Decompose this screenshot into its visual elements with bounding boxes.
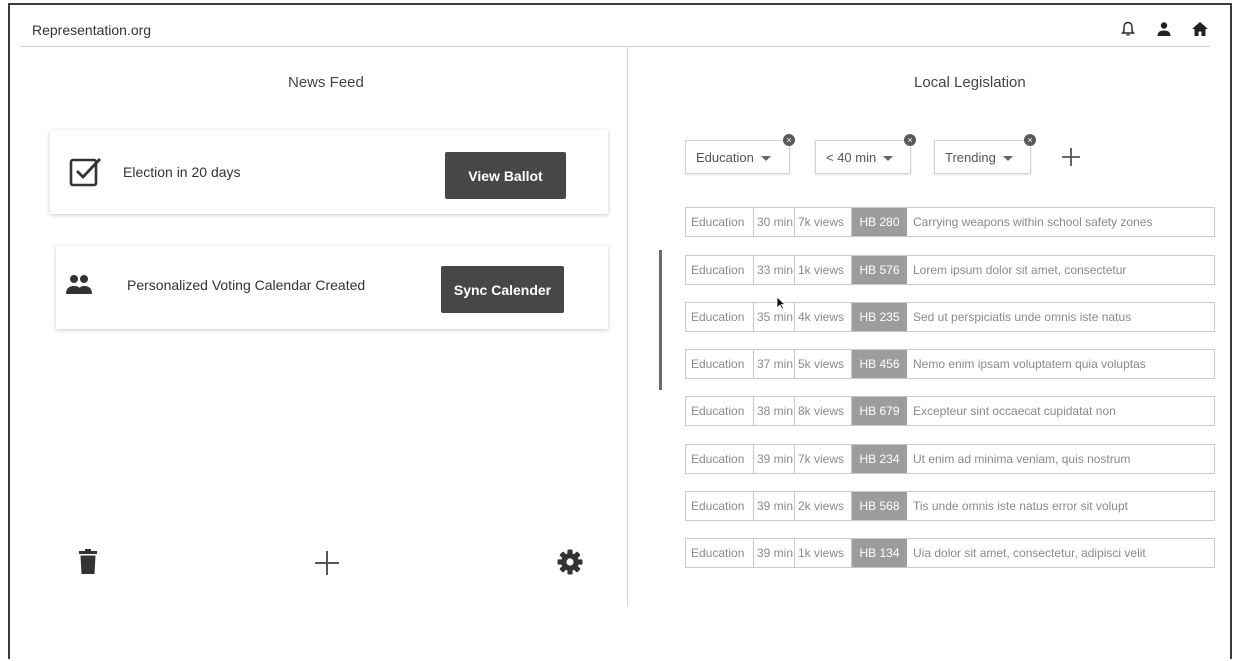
legislation-row[interactable]: Education 30 min 7k views HB 280 Carryin…	[685, 207, 1215, 237]
row-title: Ut enim ad minima veniam, quis nostrum	[913, 452, 1131, 466]
row-category: Education	[686, 397, 754, 425]
chevron-down-icon	[760, 155, 771, 161]
row-bill-tag: HB 679	[852, 397, 907, 425]
legislation-row[interactable]: Education 33 min 1k views HB 576 Lorem i…	[685, 255, 1215, 285]
row-category: Education	[686, 256, 754, 284]
row-category: Education	[686, 445, 754, 473]
legislation-row[interactable]: Education 39 min 7k views HB 234 Ut enim…	[685, 444, 1215, 474]
row-time: 30 min	[754, 208, 795, 236]
top-bar: Representation.org	[20, 14, 1210, 47]
election-card: Election in 20 days View Ballot	[50, 130, 608, 214]
legislation-row[interactable]: Education 39 min 2k views HB 568 Tis und…	[685, 491, 1215, 521]
row-bill-tag: HB 235	[852, 303, 907, 331]
add-news-icon[interactable]	[314, 550, 340, 576]
chevron-down-icon	[1002, 155, 1013, 161]
row-category: Education	[686, 492, 754, 520]
row-category: Education	[686, 539, 754, 567]
filter-category-label: Education	[696, 149, 754, 165]
home-icon[interactable]	[1190, 19, 1210, 39]
filter-sort[interactable]: Trending ×	[934, 134, 1036, 174]
add-filter-icon[interactable]	[1061, 147, 1081, 167]
row-views: 5k views	[795, 350, 852, 378]
row-bill-tag: HB 576	[852, 256, 907, 284]
row-category: Education	[686, 303, 754, 331]
row-category: Education	[686, 208, 754, 236]
row-title: Sed ut perspiciatis unde omnis iste natu…	[913, 310, 1132, 324]
row-title: Tis unde omnis iste natus error sit volu…	[913, 499, 1128, 513]
row-views: 7k views	[795, 445, 852, 473]
row-time: 39 min	[754, 445, 795, 473]
row-time: 39 min	[754, 492, 795, 520]
legislation-title: Local Legislation	[914, 74, 1026, 91]
row-views: 2k views	[795, 492, 852, 520]
legislation-row[interactable]: Education 35 min 4k views HB 235 Sed ut …	[685, 302, 1215, 332]
gear-icon[interactable]	[557, 549, 583, 575]
panel-divider	[627, 46, 628, 606]
filter-duration[interactable]: < 40 min ×	[815, 134, 916, 174]
filter-duration-label: < 40 min	[826, 149, 877, 165]
remove-filter-icon[interactable]: ×	[1024, 134, 1036, 146]
top-icons	[1118, 19, 1210, 39]
person-icon[interactable]	[1154, 19, 1174, 39]
row-views: 8k views	[795, 397, 852, 425]
list-scrollbar[interactable]	[659, 250, 662, 390]
row-time: 38 min	[754, 397, 795, 425]
sync-calendar-button[interactable]: Sync Calender	[441, 266, 564, 313]
bell-icon[interactable]	[1118, 19, 1138, 39]
view-ballot-button[interactable]: View Ballot	[445, 152, 566, 199]
row-views: 7k views	[795, 208, 852, 236]
calendar-card-text: Personalized Voting Calendar Created	[127, 277, 366, 293]
row-category: Education	[686, 350, 754, 378]
trash-icon[interactable]	[78, 549, 98, 575]
news-feed-title: News Feed	[288, 74, 364, 91]
row-views: 1k views	[795, 539, 852, 567]
filter-category[interactable]: Education ×	[685, 134, 795, 174]
row-title: Carrying weapons within school safety zo…	[913, 215, 1153, 229]
filter-sort-label: Trending	[945, 149, 996, 165]
row-time: 33 min	[754, 256, 795, 284]
row-bill-tag: HB 456	[852, 350, 907, 378]
row-time: 39 min	[754, 539, 795, 567]
legislation-row[interactable]: Education 37 min 5k views HB 456 Nemo en…	[685, 349, 1215, 379]
row-bill-tag: HB 134	[852, 539, 907, 567]
row-time: 37 min	[754, 350, 795, 378]
row-views: 1k views	[795, 256, 852, 284]
remove-filter-icon[interactable]: ×	[904, 134, 916, 146]
people-icon	[66, 274, 92, 301]
row-bill-tag: HB 568	[852, 492, 907, 520]
row-title: Nemo enim ipsam voluptatem quia voluptas	[913, 357, 1146, 371]
row-time: 35 min	[754, 303, 795, 331]
row-title: Excepteur sint occaecat cupidatat non	[913, 404, 1116, 418]
row-title: Uia dolor sit amet, consectetur, adipisc…	[913, 546, 1146, 560]
legislation-row[interactable]: Education 38 min 8k views HB 679 Excepte…	[685, 396, 1215, 426]
legislation-row[interactable]: Education 39 min 1k views HB 134 Uia dol…	[685, 538, 1215, 568]
site-brand[interactable]: Representation.org	[32, 22, 151, 38]
mouse-cursor-icon	[776, 296, 787, 315]
election-card-text: Election in 20 days	[123, 164, 241, 180]
checkbox-icon	[69, 156, 103, 193]
row-bill-tag: HB 234	[852, 445, 907, 473]
remove-filter-icon[interactable]: ×	[783, 134, 795, 146]
row-bill-tag: HB 280	[852, 208, 907, 236]
row-title: Lorem ipsum dolor sit amet, consectetur	[913, 263, 1127, 277]
chevron-down-icon	[883, 155, 894, 161]
row-views: 4k views	[795, 303, 852, 331]
calendar-card: Personalized Voting Calendar Created Syn…	[56, 246, 608, 329]
